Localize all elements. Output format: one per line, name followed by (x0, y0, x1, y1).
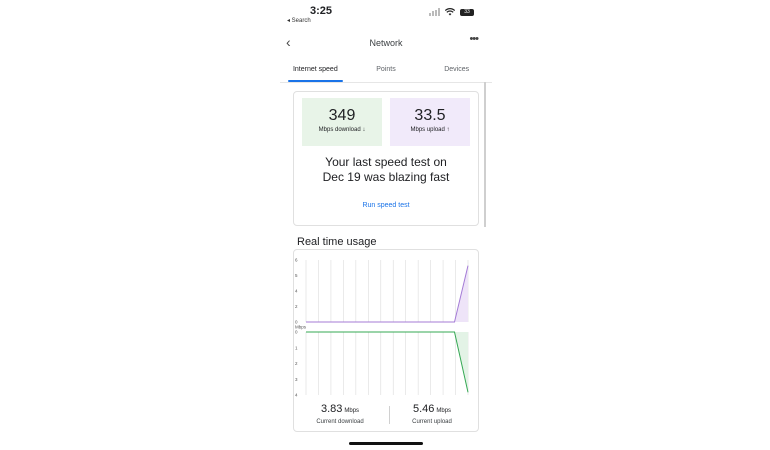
scrollbar[interactable] (484, 82, 486, 227)
wifi-icon (445, 8, 455, 16)
speed-card: 349 Mbps download ↓ 33.5 Mbps upload ↑ Y… (293, 91, 479, 226)
current-download-summary: 3.83 Mbps Current download (294, 403, 386, 425)
run-speed-test-button[interactable]: Run speed test (294, 202, 478, 209)
current-download-value: 3.83 (320, 403, 343, 415)
upper-tick-label: 2 (295, 304, 298, 309)
lower-tick-label: 4 (295, 393, 298, 398)
upload-stat: 33.5 Mbps upload ↑ (390, 98, 470, 146)
upload-value: 33.5 (414, 107, 446, 124)
download-area (306, 332, 468, 393)
current-download-label: Current download (316, 419, 364, 425)
upper-tick-label: 4 (295, 289, 298, 294)
phone-screen: 3:25 ◂ Search 33 ‹ Network ••• Internet … (280, 0, 492, 450)
upper-tick-label: 6 (295, 258, 298, 263)
more-options-icon[interactable]: ••• (469, 33, 479, 45)
current-upload-label: Current upload (412, 419, 452, 425)
download-label: Mbps download ↓ (318, 127, 366, 133)
download-stat: 349 Mbps download ↓ (302, 98, 382, 146)
chart-unit-label: Mbps (295, 325, 307, 330)
status-icons: 33 (429, 8, 474, 16)
signal-icon (429, 8, 440, 16)
back-to-search-link[interactable]: ◂ Search (287, 17, 311, 24)
lower-tick-label: 3 (295, 377, 298, 382)
upload-label: Mbps upload ↑ (410, 127, 450, 133)
home-indicator (349, 442, 423, 445)
tab-devices[interactable]: Devices (421, 62, 492, 82)
current-download-unit: Mbps (344, 408, 360, 414)
speed-test-message: Your last speed test on Dec 19 was blazi… (322, 155, 450, 184)
battery-icon: 33 (460, 8, 474, 16)
realtime-usage-title: Real time usage (297, 236, 377, 248)
tab-points[interactable]: Points (351, 62, 422, 82)
lower-tick-label: 1 (295, 345, 298, 350)
tab-bar: Internet speed Points Devices (280, 62, 492, 82)
upload-area (306, 265, 468, 322)
lower-tick-label: 2 (295, 361, 298, 366)
lower-tick-label: 0 (295, 330, 298, 335)
upload-line (306, 265, 469, 323)
current-upload-unit: Mbps (436, 408, 452, 414)
status-time: 3:25 (310, 5, 333, 17)
tab-internet-speed[interactable]: Internet speed (280, 62, 351, 82)
usage-chart: 6542001234Mbps (295, 258, 469, 398)
current-upload-summary: 5.46 Mbps Current upload (386, 403, 478, 425)
download-line (306, 331, 469, 393)
download-value: 349 (328, 107, 356, 124)
realtime-usage-card: 6 5 4 2 0 0 1 2 3 4 Mbps 3.83 Mbps Current download… (293, 249, 479, 432)
page-title: Network (369, 38, 403, 48)
upper-tick-label: 5 (295, 273, 298, 278)
current-upload-value: 5.46 (412, 403, 435, 415)
tabs-divider (280, 82, 492, 83)
